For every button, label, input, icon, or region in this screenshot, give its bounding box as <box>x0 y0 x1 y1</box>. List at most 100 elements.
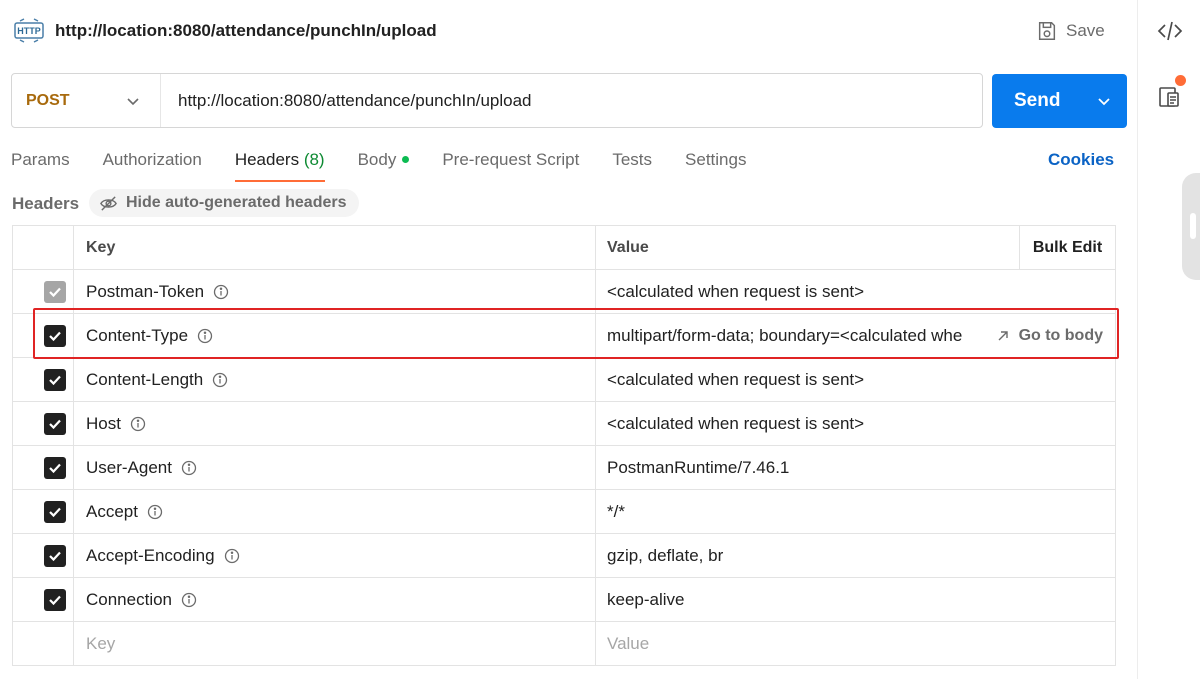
tab-settings[interactable]: Settings <box>685 146 746 182</box>
info-icon[interactable] <box>147 504 163 520</box>
column-header-key: Key <box>74 226 596 269</box>
check-icon <box>49 375 61 386</box>
chevron-down-icon <box>127 97 139 105</box>
tab-params[interactable]: Params <box>11 146 70 182</box>
bulk-edit-button[interactable]: Bulk Edit <box>1019 226 1115 269</box>
tab-tests-label: Tests <box>612 150 653 169</box>
new-header-row: Key Value <box>13 622 1115 666</box>
row-checkbox[interactable] <box>44 413 66 435</box>
header-key[interactable]: Content-Length <box>74 358 596 401</box>
check-cell <box>13 622 74 665</box>
eye-off-icon <box>100 195 117 211</box>
url-bar: POST <box>11 73 983 128</box>
hide-auto-generated-headers-button[interactable]: Hide auto-generated headers <box>89 189 359 217</box>
header-key[interactable]: Postman-Token <box>74 270 596 313</box>
header-key-text: Connection <box>86 589 173 609</box>
header-value[interactable]: <calculated when request is sent> <box>596 402 1116 445</box>
headers-section-label: Headers <box>12 194 80 213</box>
header-key-text: Content-Type <box>86 325 189 345</box>
request-title[interactable]: http://location:8080/attendance/punchIn/… <box>55 21 437 41</box>
tab-pre-request-script-label: Pre-request Script <box>442 150 580 169</box>
info-icon[interactable] <box>181 592 197 608</box>
new-key-input[interactable]: Key <box>74 622 596 665</box>
check-cell <box>13 314 74 357</box>
method-label: POST <box>26 91 70 109</box>
header-value[interactable]: gzip, deflate, br <box>596 534 1116 577</box>
row-checkbox[interactable] <box>44 325 66 347</box>
header-key[interactable]: Accept <box>74 490 596 533</box>
cookies-link[interactable]: Cookies <box>1048 150 1114 170</box>
info-icon[interactable] <box>181 460 197 476</box>
row-checkbox[interactable] <box>44 589 66 611</box>
header-key[interactable]: User-Agent <box>74 446 596 489</box>
tab-body[interactable]: Body <box>358 146 410 182</box>
table-row: Postman-Token <calculated when request i… <box>13 270 1115 314</box>
check-cell <box>13 578 74 621</box>
row-checkbox[interactable] <box>44 281 66 303</box>
header-key-text: Host <box>86 413 121 433</box>
save-label: Save <box>1066 21 1105 40</box>
code-icon[interactable] <box>1157 18 1183 44</box>
grip-bar <box>1190 213 1196 239</box>
info-icon[interactable] <box>212 372 228 388</box>
table-row: Content-Type multipart/form-data; bounda… <box>13 314 1115 358</box>
check-icon <box>49 595 61 606</box>
check-icon <box>49 463 61 474</box>
info-icon[interactable] <box>197 328 213 344</box>
header-key[interactable]: Host <box>74 402 596 445</box>
method-select[interactable]: POST <box>12 74 161 127</box>
save-button[interactable]: Save <box>1036 17 1105 45</box>
header-value[interactable]: <calculated when request is sent> <box>596 270 1116 313</box>
body-indicator-dot <box>402 156 410 164</box>
tab-pre-request-script[interactable]: Pre-request Script <box>442 146 579 182</box>
header-value[interactable]: PostmanRuntime/7.46.1 <box>596 446 1116 489</box>
header-value-text: multipart/form-data; boundary=<calculate… <box>607 325 963 345</box>
table-row: Accept-Encoding gzip, deflate, br <box>13 534 1115 578</box>
check-cell <box>13 402 74 445</box>
go-to-body-button[interactable]: Go to body <box>980 314 1103 357</box>
header-key[interactable]: Connection <box>74 578 596 621</box>
header-key[interactable]: Content-Type <box>74 314 596 357</box>
header-value[interactable]: keep-alive <box>596 578 1116 621</box>
check-icon <box>49 507 61 518</box>
header-key-text: User-Agent <box>86 457 172 477</box>
new-value-input[interactable]: Value <box>596 622 1116 665</box>
check-icon <box>49 331 61 342</box>
hide-auto-label: Hide auto-generated headers <box>126 194 347 211</box>
row-checkbox[interactable] <box>44 457 66 479</box>
table-row: Host <calculated when request is sent> <box>13 402 1115 446</box>
header-key[interactable]: Accept-Encoding <box>74 534 596 577</box>
header-value[interactable]: */* <box>596 490 1116 533</box>
send-button[interactable]: Send <box>992 74 1127 128</box>
tab-settings-label: Settings <box>685 150 747 169</box>
chevron-down-icon[interactable] <box>1096 93 1112 109</box>
info-icon[interactable] <box>130 416 146 432</box>
check-cell <box>13 490 74 533</box>
header-value[interactable]: <calculated when request is sent> <box>596 358 1116 401</box>
info-icon[interactable] <box>213 284 229 300</box>
column-header-value-label: Value <box>607 238 649 256</box>
row-checkbox[interactable] <box>44 369 66 391</box>
panel-resize-handle[interactable] <box>1182 173 1200 280</box>
documentation-icon[interactable] <box>1157 84 1183 110</box>
tab-tests[interactable]: Tests <box>612 146 652 182</box>
table-row: Connection keep-alive <box>13 578 1115 622</box>
row-checkbox[interactable] <box>44 545 66 567</box>
check-cell <box>13 270 74 313</box>
right-sidebar <box>1137 0 1200 679</box>
request-title-bar: HTTP http://location:8080/attendance/pun… <box>0 0 1137 62</box>
check-icon <box>49 551 61 562</box>
info-icon[interactable] <box>224 548 240 564</box>
url-input[interactable] <box>161 74 982 127</box>
header-key-text: Content-Length <box>86 369 204 389</box>
tab-authorization[interactable]: Authorization <box>103 146 202 182</box>
header-value[interactable]: multipart/form-data; boundary=<calculate… <box>596 314 1116 357</box>
floppy-disk-icon <box>1038 22 1056 40</box>
send-label: Send <box>1014 90 1061 111</box>
http-icon: HTTP <box>14 18 44 43</box>
tab-headers[interactable]: Headers (8) <box>234 146 325 182</box>
row-checkbox[interactable] <box>44 501 66 523</box>
header-key-text: Postman-Token <box>86 281 205 301</box>
header-check-cell <box>13 226 74 269</box>
http-badge-text: HTTP <box>17 26 41 36</box>
